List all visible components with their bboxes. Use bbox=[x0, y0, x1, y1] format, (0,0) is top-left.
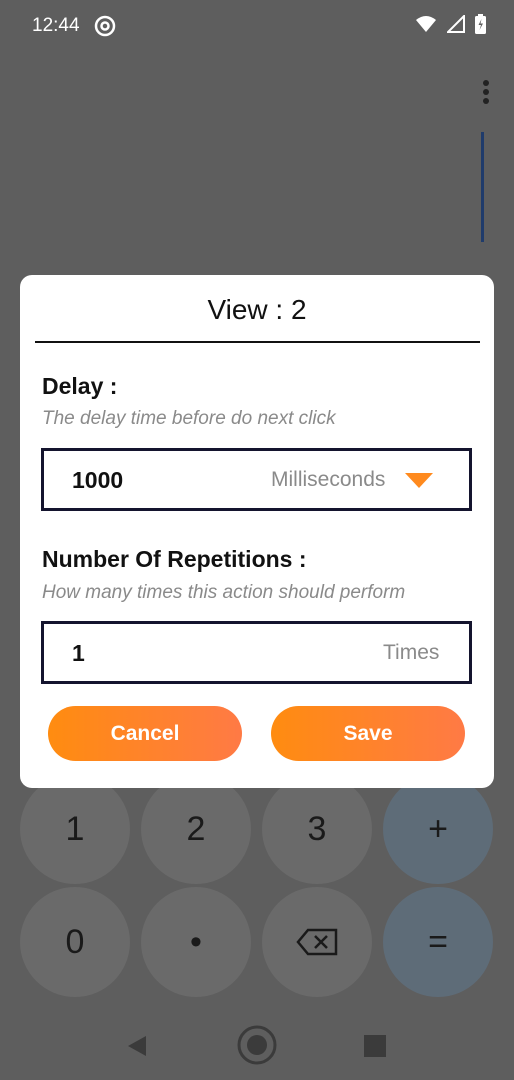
delay-field[interactable]: 1000 Milliseconds bbox=[41, 448, 472, 511]
cancel-button[interactable]: Cancel bbox=[48, 706, 242, 761]
key-3[interactable]: 3 bbox=[262, 774, 372, 884]
key-decimal[interactable]: • bbox=[141, 887, 251, 997]
text-cursor bbox=[481, 132, 484, 242]
key-0[interactable]: 0 bbox=[20, 887, 130, 997]
dialog-title: View : 2 bbox=[207, 294, 307, 325]
dropdown-arrow-icon[interactable] bbox=[405, 473, 433, 489]
repetitions-label: Number Of Repetitions : bbox=[42, 546, 307, 572]
status-icons bbox=[415, 14, 486, 34]
save-button[interactable]: Save bbox=[271, 706, 465, 761]
delay-label: Delay : bbox=[42, 373, 118, 399]
repetitions-field[interactable]: 1 Times bbox=[41, 621, 472, 684]
title-divider bbox=[35, 341, 480, 343]
key-backspace[interactable] bbox=[262, 887, 372, 997]
key-equals[interactable]: = bbox=[383, 887, 493, 997]
overflow-menu-icon[interactable] bbox=[482, 80, 490, 108]
repetitions-hint: How many times this action should perfor… bbox=[42, 582, 406, 603]
delay-value[interactable]: 1000 bbox=[72, 467, 123, 494]
backspace-icon bbox=[296, 928, 338, 956]
at-sign-icon bbox=[94, 15, 116, 37]
repetitions-value[interactable]: 1 bbox=[72, 640, 85, 667]
repetitions-unit: Times bbox=[383, 641, 440, 664]
key-plus[interactable]: + bbox=[383, 774, 493, 884]
cell-signal-icon bbox=[447, 15, 465, 33]
status-time: 12:44 bbox=[32, 15, 80, 36]
home-icon[interactable] bbox=[236, 1024, 278, 1066]
navigation-bar bbox=[0, 1010, 514, 1080]
back-icon[interactable] bbox=[126, 1034, 148, 1058]
battery-icon bbox=[475, 14, 486, 34]
delay-hint: The delay time before do next click bbox=[42, 408, 336, 429]
wifi-icon bbox=[416, 16, 436, 32]
key-1[interactable]: 1 bbox=[20, 774, 130, 884]
delay-unit-select[interactable]: Milliseconds bbox=[271, 468, 385, 492]
key-2[interactable]: 2 bbox=[141, 774, 251, 884]
status-bar: 12:44 bbox=[0, 0, 514, 52]
recents-icon[interactable] bbox=[364, 1035, 386, 1057]
